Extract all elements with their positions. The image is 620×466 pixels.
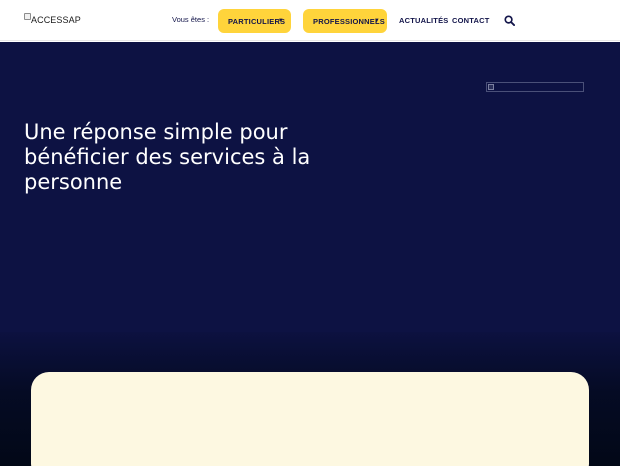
caret-down-icon: ▼: [373, 18, 380, 24]
nav-particuliers-label: PARTICULIERS: [228, 16, 286, 26]
nav-particuliers-button[interactable]: PARTICULIERS ▼: [218, 9, 291, 33]
nav-contact-link[interactable]: CONTACT: [452, 16, 490, 25]
site-header: ACCESSAP Vous êtes : PARTICULIERS ▼ PROF…: [0, 0, 620, 41]
caret-down-icon: ▼: [277, 18, 284, 24]
logo-alt-text: ACCESSAP: [31, 15, 81, 25]
broken-image-icon: [24, 13, 31, 20]
hero-section: Une réponse simple pour bénéficier des s…: [0, 42, 620, 332]
nav-professionnels-button[interactable]: PROFESSIONNELS ▼: [303, 9, 387, 33]
broken-image-icon: [488, 84, 494, 90]
hero-image: [486, 82, 584, 92]
logo-link[interactable]: ACCESSAP: [24, 13, 81, 27]
audience-label: Vous êtes :: [172, 15, 210, 24]
nav-actualites-link[interactable]: ACTUALITÉS: [399, 16, 449, 25]
content-card: [31, 372, 589, 466]
search-icon[interactable]: [504, 15, 515, 26]
hero-title: Une réponse simple pour bénéficier des s…: [24, 120, 311, 194]
